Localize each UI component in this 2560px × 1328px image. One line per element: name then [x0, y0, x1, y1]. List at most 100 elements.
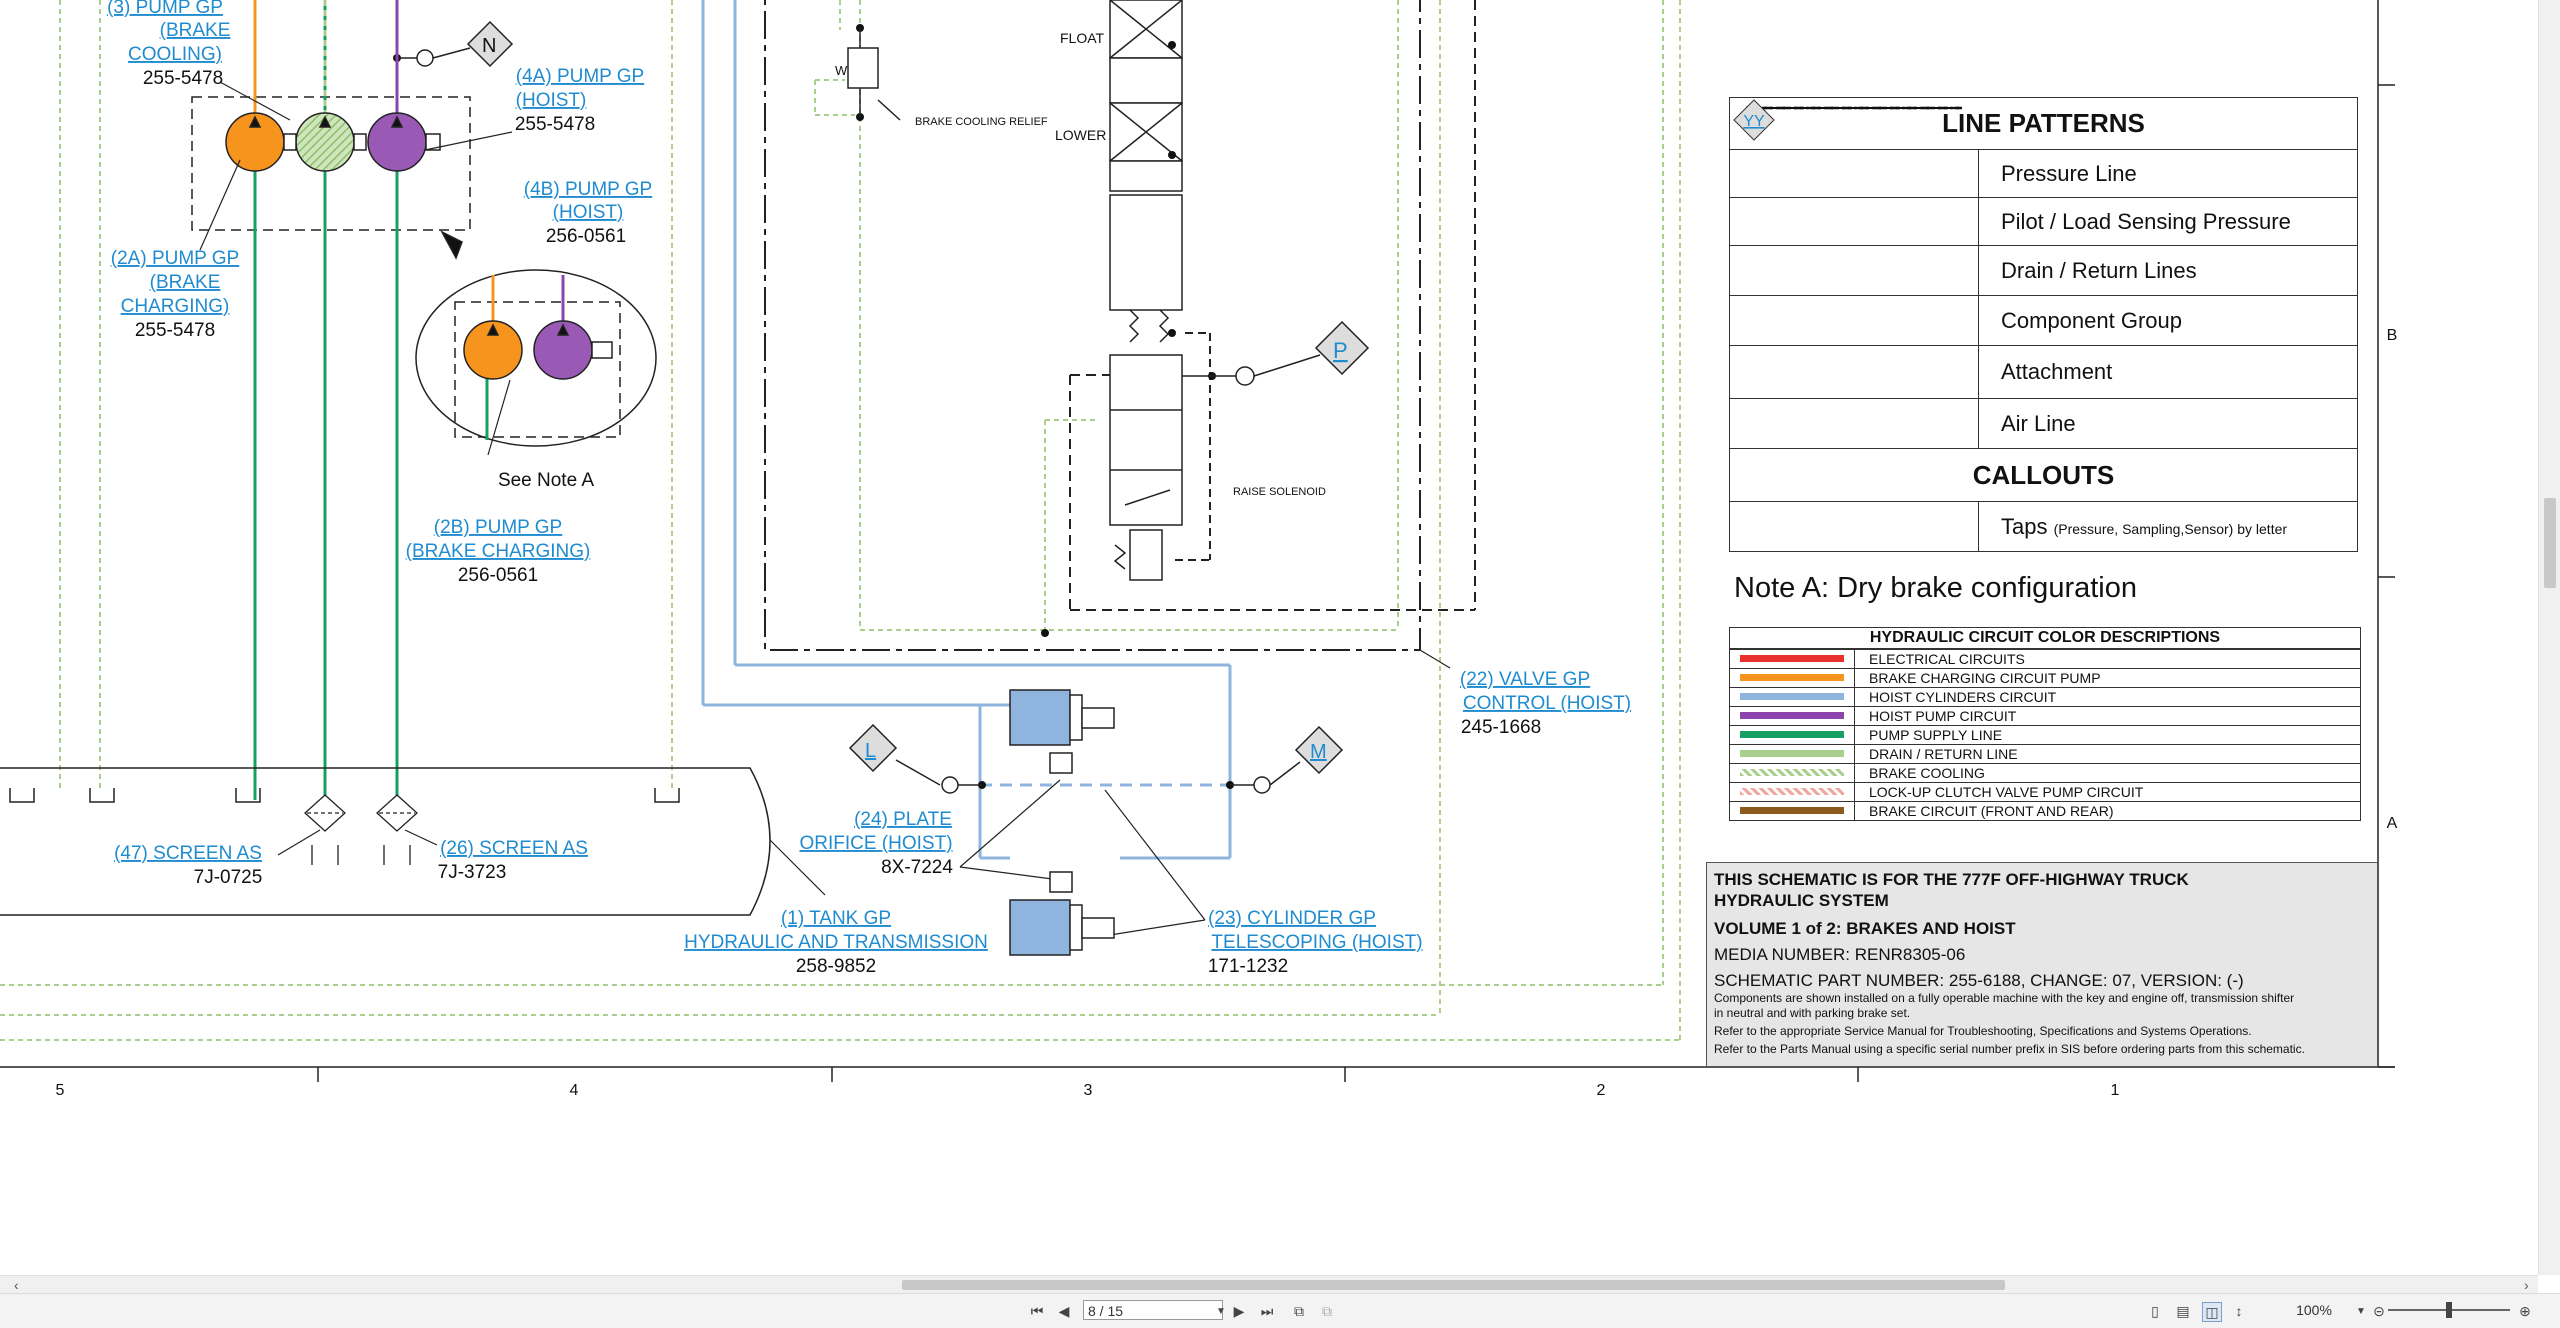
- grid-col-3: 3: [1084, 1082, 1093, 1099]
- copy-page-icon[interactable]: ⧉: [1290, 1302, 1308, 1320]
- pump-group: [191, 0, 471, 800]
- float-label: FLOAT: [1060, 30, 1105, 46]
- zoom-in-icon[interactable]: ⊕: [2516, 1302, 2534, 1320]
- color-row: BRAKE CHARGING CIRCUIT PUMP: [1729, 667, 2361, 688]
- pump4a-callout-l1[interactable]: (4A) PUMP GP: [516, 66, 644, 87]
- color-descriptions-table: HYDRAULIC CIRCUIT COLOR DESCRIPTIONS ELE…: [1729, 627, 2361, 821]
- color-label: HOIST CYLINDERS CIRCUIT: [1854, 686, 2361, 707]
- zoom-select[interactable]: 100%: [2268, 1300, 2360, 1320]
- last-page-icon[interactable]: ⏭: [1258, 1302, 1276, 1320]
- color-swatch: [1729, 743, 1855, 764]
- tank1-callout-l1[interactable]: (1) TANK GP: [781, 908, 891, 929]
- tap-sublabel: (Pressure, Sampling,Sensor) by letter: [2053, 520, 2288, 537]
- title-line1: THIS SCHEMATIC IS FOR THE 777F OFF-HIGHW…: [1714, 870, 2189, 889]
- first-page-icon[interactable]: ⏮: [1028, 1302, 1046, 1320]
- color-swatch: [1729, 800, 1855, 821]
- next-page-icon[interactable]: ▶: [1230, 1302, 1248, 1320]
- pump4a-callout-l2[interactable]: (HOIST): [516, 90, 587, 111]
- grid-col-2: 2: [1597, 1082, 1606, 1099]
- pump2a-callout-l3[interactable]: CHARGING): [121, 296, 230, 317]
- title-part: SCHEMATIC PART NUMBER: 255-6188, CHANGE:…: [1714, 971, 2244, 990]
- color-swatch: [1729, 648, 1855, 669]
- screen47-callout[interactable]: (47) SCREEN AS: [114, 843, 262, 864]
- zoom-out-icon[interactable]: ⊝: [2370, 1302, 2388, 1320]
- title-line2: HYDRAULIC SYSTEM: [1714, 891, 1889, 910]
- cyl23-callout-l1[interactable]: (23) CYLINDER GP: [1208, 908, 1376, 929]
- hoist-cylinders: [1009, 689, 1115, 956]
- pattern-swatch-fine-dash: [1729, 107, 1979, 449]
- color-row: LOCK-UP CLUTCH VALVE PUMP CIRCUIT: [1729, 781, 2361, 802]
- pump3-callout-l1[interactable]: (3) PUMP GP: [107, 0, 223, 18]
- two-page-view-icon[interactable]: ◫: [2202, 1302, 2222, 1322]
- pump2b-callout-l1[interactable]: (2B) PUMP GP: [434, 517, 562, 538]
- tank1-part-number: 258-9852: [796, 956, 876, 977]
- tap-label: Taps: [2001, 513, 2048, 539]
- color-label: PUMP SUPPLY LINE: [1854, 724, 2361, 745]
- title-note4: Refer to the Parts Manual using a specif…: [1714, 1042, 2305, 1056]
- tap-symbol-cell: YY: [1729, 98, 1979, 552]
- pattern-label: Pilot / Load Sensing Pressure: [1978, 197, 2358, 246]
- tap-l-letter[interactable]: L: [865, 740, 876, 762]
- screen26-callout[interactable]: (26) SCREEN AS: [440, 838, 588, 859]
- plate24-callout-l1[interactable]: (24) PLATE: [854, 809, 952, 830]
- dry-brake-inset: [415, 230, 657, 447]
- color-label: ELECTRICAL CIRCUITS: [1854, 648, 2361, 669]
- grid-row-b: B: [2387, 327, 2398, 344]
- pump3-callout-l2[interactable]: (BRAKE: [160, 20, 231, 41]
- continuous-view-icon[interactable]: ▤: [2174, 1302, 2192, 1320]
- pattern-swatch-long-dash: [1729, 106, 1979, 399]
- previous-page-icon[interactable]: ◀: [1055, 1302, 1073, 1320]
- pattern-swatch-solid: [1729, 106, 1979, 198]
- see-note-a: See Note A: [498, 470, 594, 491]
- tank1-callout-l2[interactable]: HYDRAULIC AND TRANSMISSION: [684, 932, 988, 953]
- horizontal-scrollbar[interactable]: ‹ ›: [0, 1275, 2538, 1294]
- vertical-scrollbar[interactable]: [2538, 0, 2560, 1275]
- color-label: BRAKE CIRCUIT (FRONT AND REAR): [1854, 800, 2361, 821]
- title-note2: in neutral and with parking brake set.: [1714, 1006, 1911, 1020]
- tap-p-letter[interactable]: P: [1333, 338, 1348, 363]
- page-number-input[interactable]: 8 / 15: [1083, 1300, 1223, 1320]
- grid-col-1: 1: [2111, 1082, 2120, 1099]
- pattern-label: Pressure Line: [1978, 149, 2358, 198]
- vertical-scroll-thumb[interactable]: [2544, 498, 2556, 588]
- horizontal-scroll-thumb[interactable]: [902, 1280, 2005, 1290]
- tap-description: Taps (Pressure, Sampling,Sensor) by lett…: [1978, 501, 2358, 552]
- cyl23-callout-l2[interactable]: TELESCOPING (HOIST): [1211, 932, 1422, 953]
- plate24-part-number: 8X-7224: [881, 857, 953, 878]
- pump4b-callout-l1[interactable]: (4B) PUMP GP: [524, 179, 652, 200]
- scroll-left-icon[interactable]: ‹: [14, 1276, 19, 1294]
- color-swatch: [1729, 667, 1855, 688]
- scroll-view-icon[interactable]: ↕: [2230, 1302, 2248, 1320]
- pump4b-part-number: 256-0561: [546, 226, 626, 247]
- zoom-slider-handle[interactable]: [2446, 1302, 2452, 1318]
- pump2a-callout-l2[interactable]: (BRAKE: [150, 272, 221, 293]
- pump2a-callout-l1[interactable]: (2A) PUMP GP: [111, 248, 239, 269]
- plate24-callout-l2[interactable]: ORIFICE (HOIST): [799, 833, 952, 854]
- hoist-control-valve: [1109, 0, 1183, 581]
- pattern-label: Air Line: [1978, 398, 2358, 449]
- zoom-dropdown-icon[interactable]: ▼: [2352, 1303, 2370, 1321]
- valve22-callout-l2[interactable]: CONTROL (HOIST): [1463, 693, 1631, 714]
- scroll-right-icon[interactable]: ›: [2524, 1276, 2529, 1294]
- brake-cooling-relief-label: BRAKE COOLING RELIEF: [915, 116, 1048, 128]
- page-dropdown-icon[interactable]: ▼: [1212, 1303, 1230, 1321]
- single-page-view-icon[interactable]: ▯: [2146, 1302, 2164, 1320]
- pump3-callout-l3[interactable]: COOLING): [128, 44, 222, 65]
- valve22-callout-l1[interactable]: (22) VALVE GP: [1460, 669, 1590, 690]
- tap-m-letter[interactable]: M: [1310, 741, 1327, 763]
- color-row: ELECTRICAL CIRCUITS: [1729, 648, 2361, 669]
- color-swatch: [1729, 781, 1855, 802]
- color-swatch: [1729, 686, 1855, 707]
- screens: [304, 794, 418, 865]
- color-table-title: HYDRAULIC CIRCUIT COLOR DESCRIPTIONS: [1729, 627, 2361, 650]
- title-note3: Refer to the appropriate Service Manual …: [1714, 1024, 2252, 1038]
- paste-page-icon[interactable]: ⧉: [1318, 1302, 1336, 1320]
- pump2b-callout-l2[interactable]: (BRAKE CHARGING): [406, 541, 591, 562]
- pattern-swatch-dash-dot: [1729, 106, 1979, 346]
- grid-col-5: 5: [56, 1082, 65, 1099]
- tap-n-letter: N: [482, 35, 496, 57]
- pump4b-callout-l2[interactable]: (HOIST): [553, 202, 624, 223]
- color-row: PUMP SUPPLY LINE: [1729, 724, 2361, 745]
- line-patterns-table: LINE PATTERNS Pressure Line Pilot / Load…: [1729, 97, 2358, 552]
- screen26-part-number: 7J-3723: [438, 862, 507, 883]
